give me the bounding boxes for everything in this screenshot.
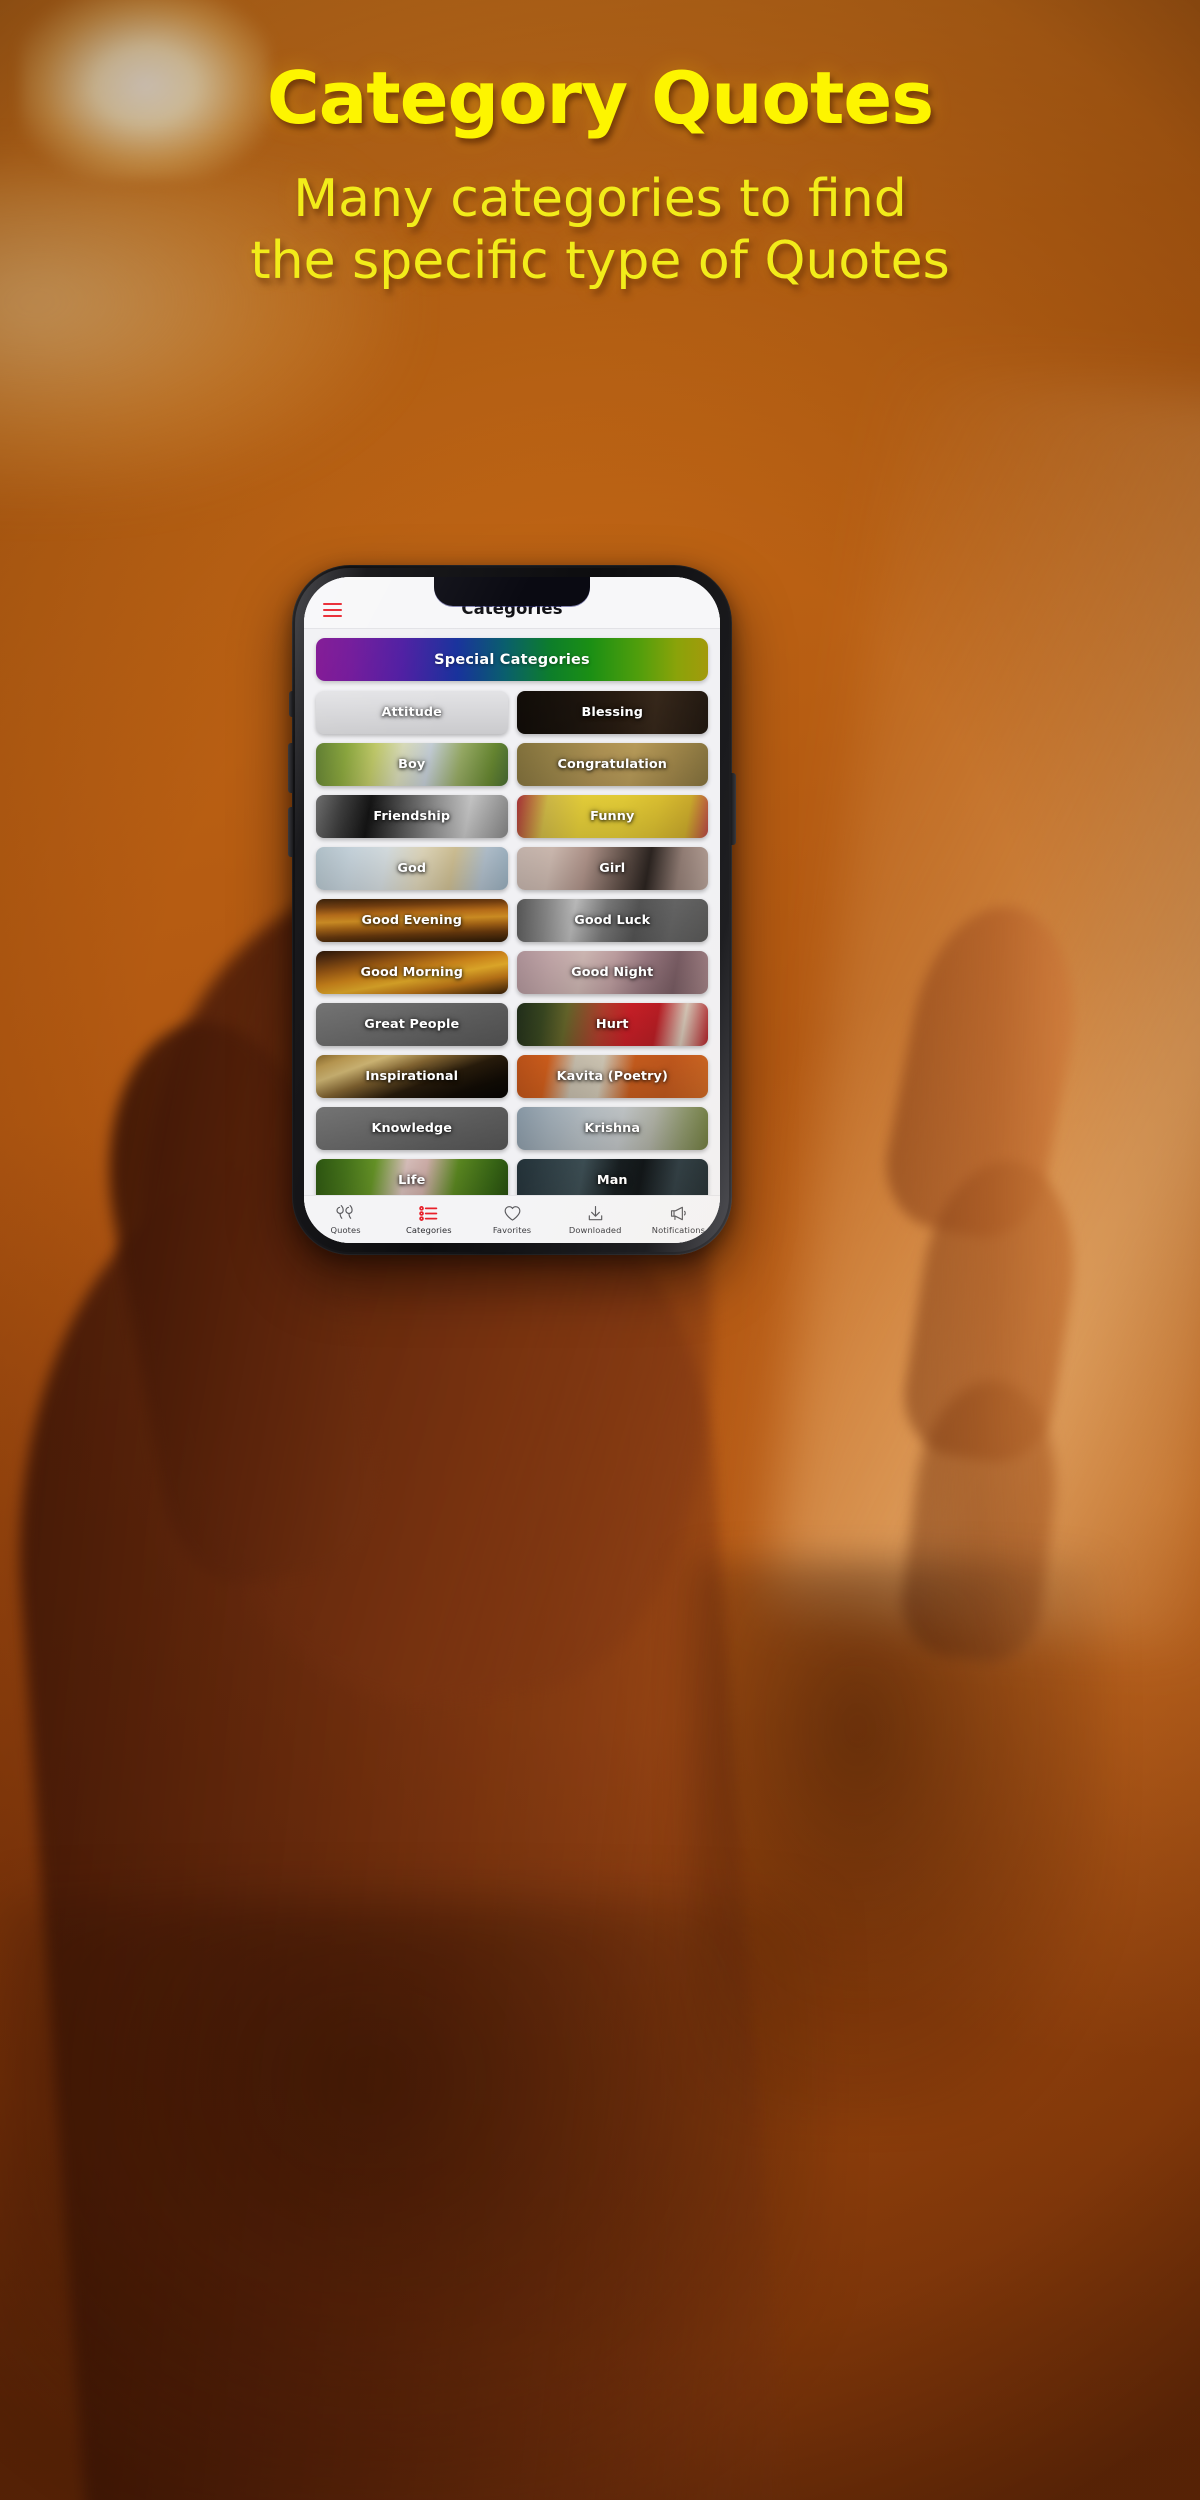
category-tile[interactable]: Blessing (516, 691, 708, 734)
category-tile-label: Friendship (373, 809, 451, 824)
promo-subtitle: Many categories to find the specific typ… (0, 168, 1200, 293)
phone-screen: Categories Special Categories Attitude Bl… (304, 577, 720, 1243)
category-tile-label: Kavita (Poetry) (556, 1069, 668, 1084)
category-list-scroll[interactable]: Special Categories Attitude Blessing Boy Co… (304, 629, 720, 1195)
bottom-navigation: Quotes Categories Favorites Downloaded N… (304, 1195, 720, 1243)
category-tile-label: Good Luck (574, 913, 651, 928)
category-tile[interactable]: Funny (516, 795, 708, 838)
category-tile-label: Good Night (571, 965, 654, 980)
category-tile[interactable]: Congratulation (516, 743, 708, 786)
category-tile[interactable]: Hurt (516, 1003, 708, 1046)
category-tile[interactable]: Man (516, 1159, 708, 1195)
category-tile-label: Knowledge (371, 1121, 453, 1136)
category-tile-label: Congratulation (557, 757, 667, 772)
category-tile[interactable]: Kavita (Poetry) (516, 1055, 708, 1098)
nav-item-notifications[interactable]: Notifications (637, 1205, 720, 1235)
category-tile-label: Krishna (584, 1121, 641, 1136)
category-tile-label: Great People (364, 1017, 460, 1032)
nav-item-label: Categories (405, 1224, 452, 1235)
category-tile[interactable]: Good Luck (516, 899, 708, 942)
quote-marks-icon (336, 1204, 355, 1222)
hamburger-icon[interactable] (323, 603, 342, 617)
category-tile[interactable]: God (316, 847, 508, 890)
category-tile-label: Attitude (381, 705, 442, 720)
nav-item-label: Favorites (492, 1224, 532, 1235)
nav-item-label: Quotes (330, 1224, 361, 1235)
nav-item-quotes[interactable]: Quotes (304, 1204, 387, 1235)
category-tile[interactable]: Inspirational (316, 1055, 508, 1098)
category-tile-label: Life (398, 1173, 426, 1188)
category-tile[interactable]: Good Night (516, 951, 708, 994)
category-tile-label: Hurt (595, 1017, 629, 1032)
category-tile[interactable]: Girl (516, 847, 708, 890)
category-tile-label: God (397, 861, 427, 876)
nav-item-categories[interactable]: Categories (387, 1205, 470, 1235)
nav-item-label: Notifications (651, 1224, 706, 1235)
mute-switch[interactable] (289, 691, 293, 717)
volume-down-button[interactable] (288, 807, 293, 857)
category-tile[interactable]: Great People (316, 1003, 508, 1046)
bullet-list-icon (419, 1205, 438, 1222)
promo-headline-block: Category Quotes Many categories to find … (0, 62, 1200, 293)
category-tile-label: Man (596, 1173, 628, 1188)
phone-notch (434, 577, 590, 606)
nav-item-favorites[interactable]: Favorites (470, 1205, 553, 1235)
download-arrow-icon (586, 1205, 605, 1222)
category-tile[interactable]: Krishna (516, 1107, 708, 1150)
category-tile[interactable]: Good Morning (316, 951, 508, 994)
promo-subtitle-line-2: the specific type of Quotes (250, 231, 950, 292)
category-tile-label: Inspirational (365, 1069, 459, 1084)
category-tile-label: Blessing (581, 705, 643, 720)
power-button[interactable] (731, 773, 736, 845)
category-tile[interactable]: Life (316, 1159, 508, 1195)
phone-mockup: Categories Special Categories Attitude Bl… (288, 565, 736, 1255)
promo-subtitle-line-1: Many categories to find (293, 169, 907, 229)
nav-item-downloaded[interactable]: Downloaded (554, 1205, 637, 1235)
category-grid: Attitude Blessing Boy Congratulation Friends… (316, 691, 708, 1195)
volume-up-button[interactable] (288, 743, 293, 793)
category-tile-label: Good Morning (360, 965, 463, 980)
category-tile-label: Boy (398, 757, 426, 772)
promo-title: Category Quotes (266, 56, 934, 140)
category-tile[interactable]: Attitude (316, 691, 508, 734)
heart-icon (503, 1205, 522, 1222)
category-tile[interactable]: Friendship (316, 795, 508, 838)
category-tile[interactable]: Good Evening (316, 899, 508, 942)
category-tile[interactable]: Boy (316, 743, 508, 786)
app-ui: Categories Special Categories Attitude Bl… (304, 577, 720, 1243)
category-tile[interactable]: Knowledge (316, 1107, 508, 1150)
megaphone-icon (669, 1205, 688, 1222)
nav-item-label: Downloaded (568, 1224, 622, 1235)
category-tile-label: Girl (599, 861, 626, 876)
special-categories-label: Special Categories (434, 651, 590, 668)
category-tile-label: Funny (590, 809, 635, 824)
special-categories-banner[interactable]: Special Categories (316, 638, 708, 681)
category-tile-label: Good Evening (361, 913, 462, 928)
